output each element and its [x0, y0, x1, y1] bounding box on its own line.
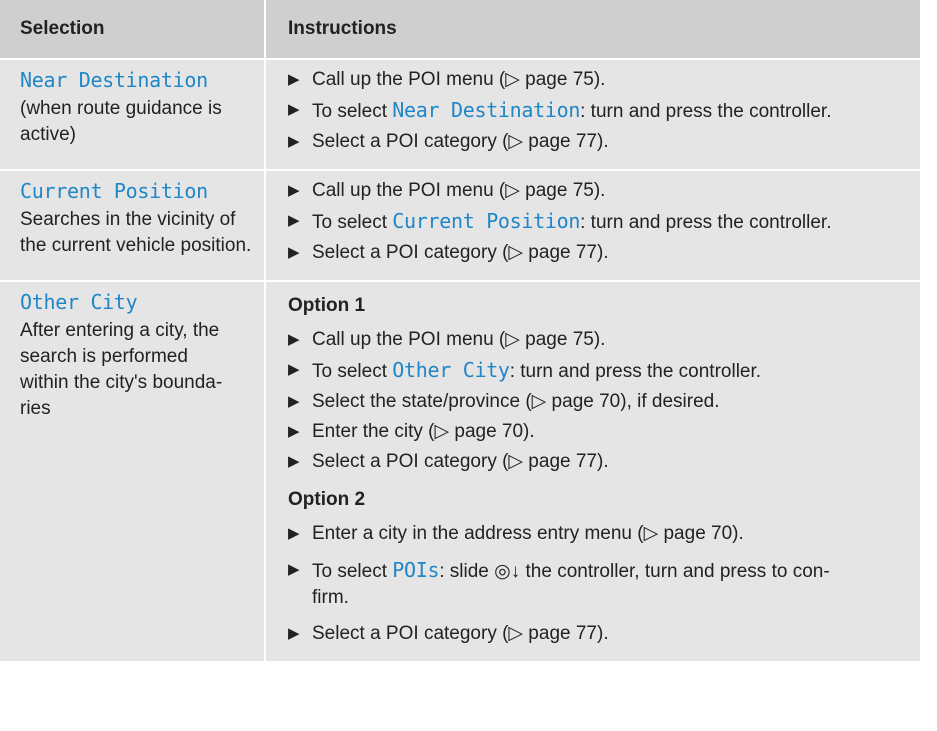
- arrow-bullet-icon: ▶: [288, 331, 300, 348]
- instruction-step: ▶ To select Current Position: turn and p…: [288, 208, 910, 236]
- selection-column-header: Selection: [0, 0, 265, 60]
- instruction-step: ▶ Select the state/province (▷ page 70),…: [288, 389, 910, 415]
- step-text: Call up the POI menu (▷ page 75).: [312, 329, 606, 350]
- step-text: : turn and press the controller.: [580, 212, 832, 233]
- step-text: Select the state/province (▷ page 70), i…: [312, 391, 720, 412]
- instruction-step: ▶ To select Other City: turn and press t…: [288, 357, 910, 385]
- other-city-label: Other City: [20, 290, 138, 314]
- poi-search-table: Selection Instructions Near Destination …: [0, 0, 920, 663]
- description-line: After entering a city, the: [20, 320, 220, 341]
- step-text: To select: [312, 212, 393, 233]
- option-1-label: Option 1: [288, 295, 366, 316]
- arrow-bullet-icon: ▶: [288, 133, 300, 150]
- instruction-step: ▶ Select a POI category (▷ page 77).: [288, 240, 910, 266]
- arrow-bullet-icon: ▶: [288, 101, 300, 118]
- arrow-bullet-icon: ▶: [288, 212, 300, 229]
- description-line: within the city's bounda-: [20, 372, 223, 393]
- arrow-bullet-icon: ▶: [288, 561, 300, 578]
- selection-cell: Current Position Searches in the vicinit…: [0, 170, 265, 282]
- table-row: Near Destination (when route guidance is…: [0, 59, 920, 171]
- table-row: Other City After entering a city, the se…: [0, 281, 920, 663]
- instruction-step: ▶ Call up the POI menu (▷ page 75).: [288, 67, 910, 93]
- arrow-bullet-icon: ▶: [288, 423, 300, 440]
- menu-item-code: POIs: [392, 558, 440, 582]
- instruction-step: ▶ Select a POI category (▷ page 77).: [288, 129, 910, 155]
- instruction-step: ▶ Enter the city (▷ page 70).: [288, 419, 910, 445]
- selection-cell: Near Destination (when route guidance is…: [0, 59, 265, 171]
- instructions-cell: Option 1 ▶ Call up the POI menu (▷ page …: [264, 281, 920, 663]
- instruction-step: ▶ To select Near Destination: turn and p…: [288, 97, 910, 125]
- step-text: firm.: [312, 587, 349, 608]
- step-text: : slide ◎↓ the controller, turn and pres…: [439, 561, 830, 582]
- instructions-column-header: Instructions: [264, 0, 920, 60]
- step-text: To select: [312, 361, 393, 382]
- step-text: Enter the city (▷ page 70).: [312, 421, 535, 442]
- step-text: : turn and press the controller.: [580, 101, 832, 122]
- instruction-step: ▶ Select a POI category (▷ page 77).: [288, 621, 910, 647]
- arrow-bullet-icon: ▶: [288, 71, 300, 88]
- step-text: Enter a city in the address entry menu (…: [312, 523, 744, 544]
- instruction-step: ▶ To select POIs: slide ◎↓ the controlle…: [288, 557, 910, 611]
- instruction-step: ▶ Select a POI category (▷ page 77).: [288, 449, 910, 475]
- step-text: Call up the POI menu (▷ page 75).: [312, 180, 606, 201]
- selection-description: Searches in the vicinity of the current …: [20, 209, 252, 256]
- arrow-bullet-icon: ▶: [288, 182, 300, 199]
- table-header-row: Selection Instructions: [0, 0, 920, 60]
- step-text: Select a POI category (▷ page 77).: [312, 451, 609, 472]
- instruction-step: ▶ Call up the POI menu (▷ page 75).: [288, 327, 910, 353]
- menu-item-code: Other City: [392, 358, 510, 382]
- selection-cell: Other City After entering a city, the se…: [0, 281, 265, 663]
- step-text: Select a POI category (▷ page 77).: [312, 131, 609, 152]
- step-text: To select: [312, 101, 393, 122]
- instructions-cell: ▶ Call up the POI menu (▷ page 75). ▶ To…: [264, 59, 920, 171]
- description-line: ries: [20, 398, 51, 419]
- selection-description: (when route guidance is active): [20, 98, 222, 145]
- selection-description: After entering a city, the search is per…: [20, 318, 256, 422]
- menu-item-code: Current Position: [392, 209, 581, 233]
- menu-item-code: Near Destination: [392, 98, 581, 122]
- arrow-bullet-icon: ▶: [288, 453, 300, 470]
- arrow-bullet-icon: ▶: [288, 244, 300, 261]
- table-row: Current Position Searches in the vicinit…: [0, 170, 920, 282]
- near-destination-label: Near Destination: [20, 68, 208, 92]
- arrow-bullet-icon: ▶: [288, 361, 300, 378]
- step-text: To select: [312, 561, 393, 582]
- step-text: Select a POI category (▷ page 77).: [312, 242, 609, 263]
- arrow-bullet-icon: ▶: [288, 625, 300, 642]
- step-text: : turn and press the controller.: [509, 361, 762, 382]
- instruction-step: ▶ Enter a city in the address entry menu…: [288, 521, 910, 547]
- current-position-label: Current Position: [20, 179, 208, 203]
- arrow-bullet-icon: ▶: [288, 525, 300, 542]
- instruction-step: ▶ Call up the POI menu (▷ page 75).: [288, 178, 910, 204]
- step-text: Call up the POI menu (▷ page 75).: [312, 69, 606, 90]
- step-text: Select a POI category (▷ page 77).: [312, 623, 609, 644]
- description-line: search is performed: [20, 346, 188, 367]
- arrow-bullet-icon: ▶: [288, 393, 300, 410]
- option-2-label: Option 2: [288, 489, 366, 510]
- instructions-cell: ▶ Call up the POI menu (▷ page 75). ▶ To…: [264, 170, 920, 282]
